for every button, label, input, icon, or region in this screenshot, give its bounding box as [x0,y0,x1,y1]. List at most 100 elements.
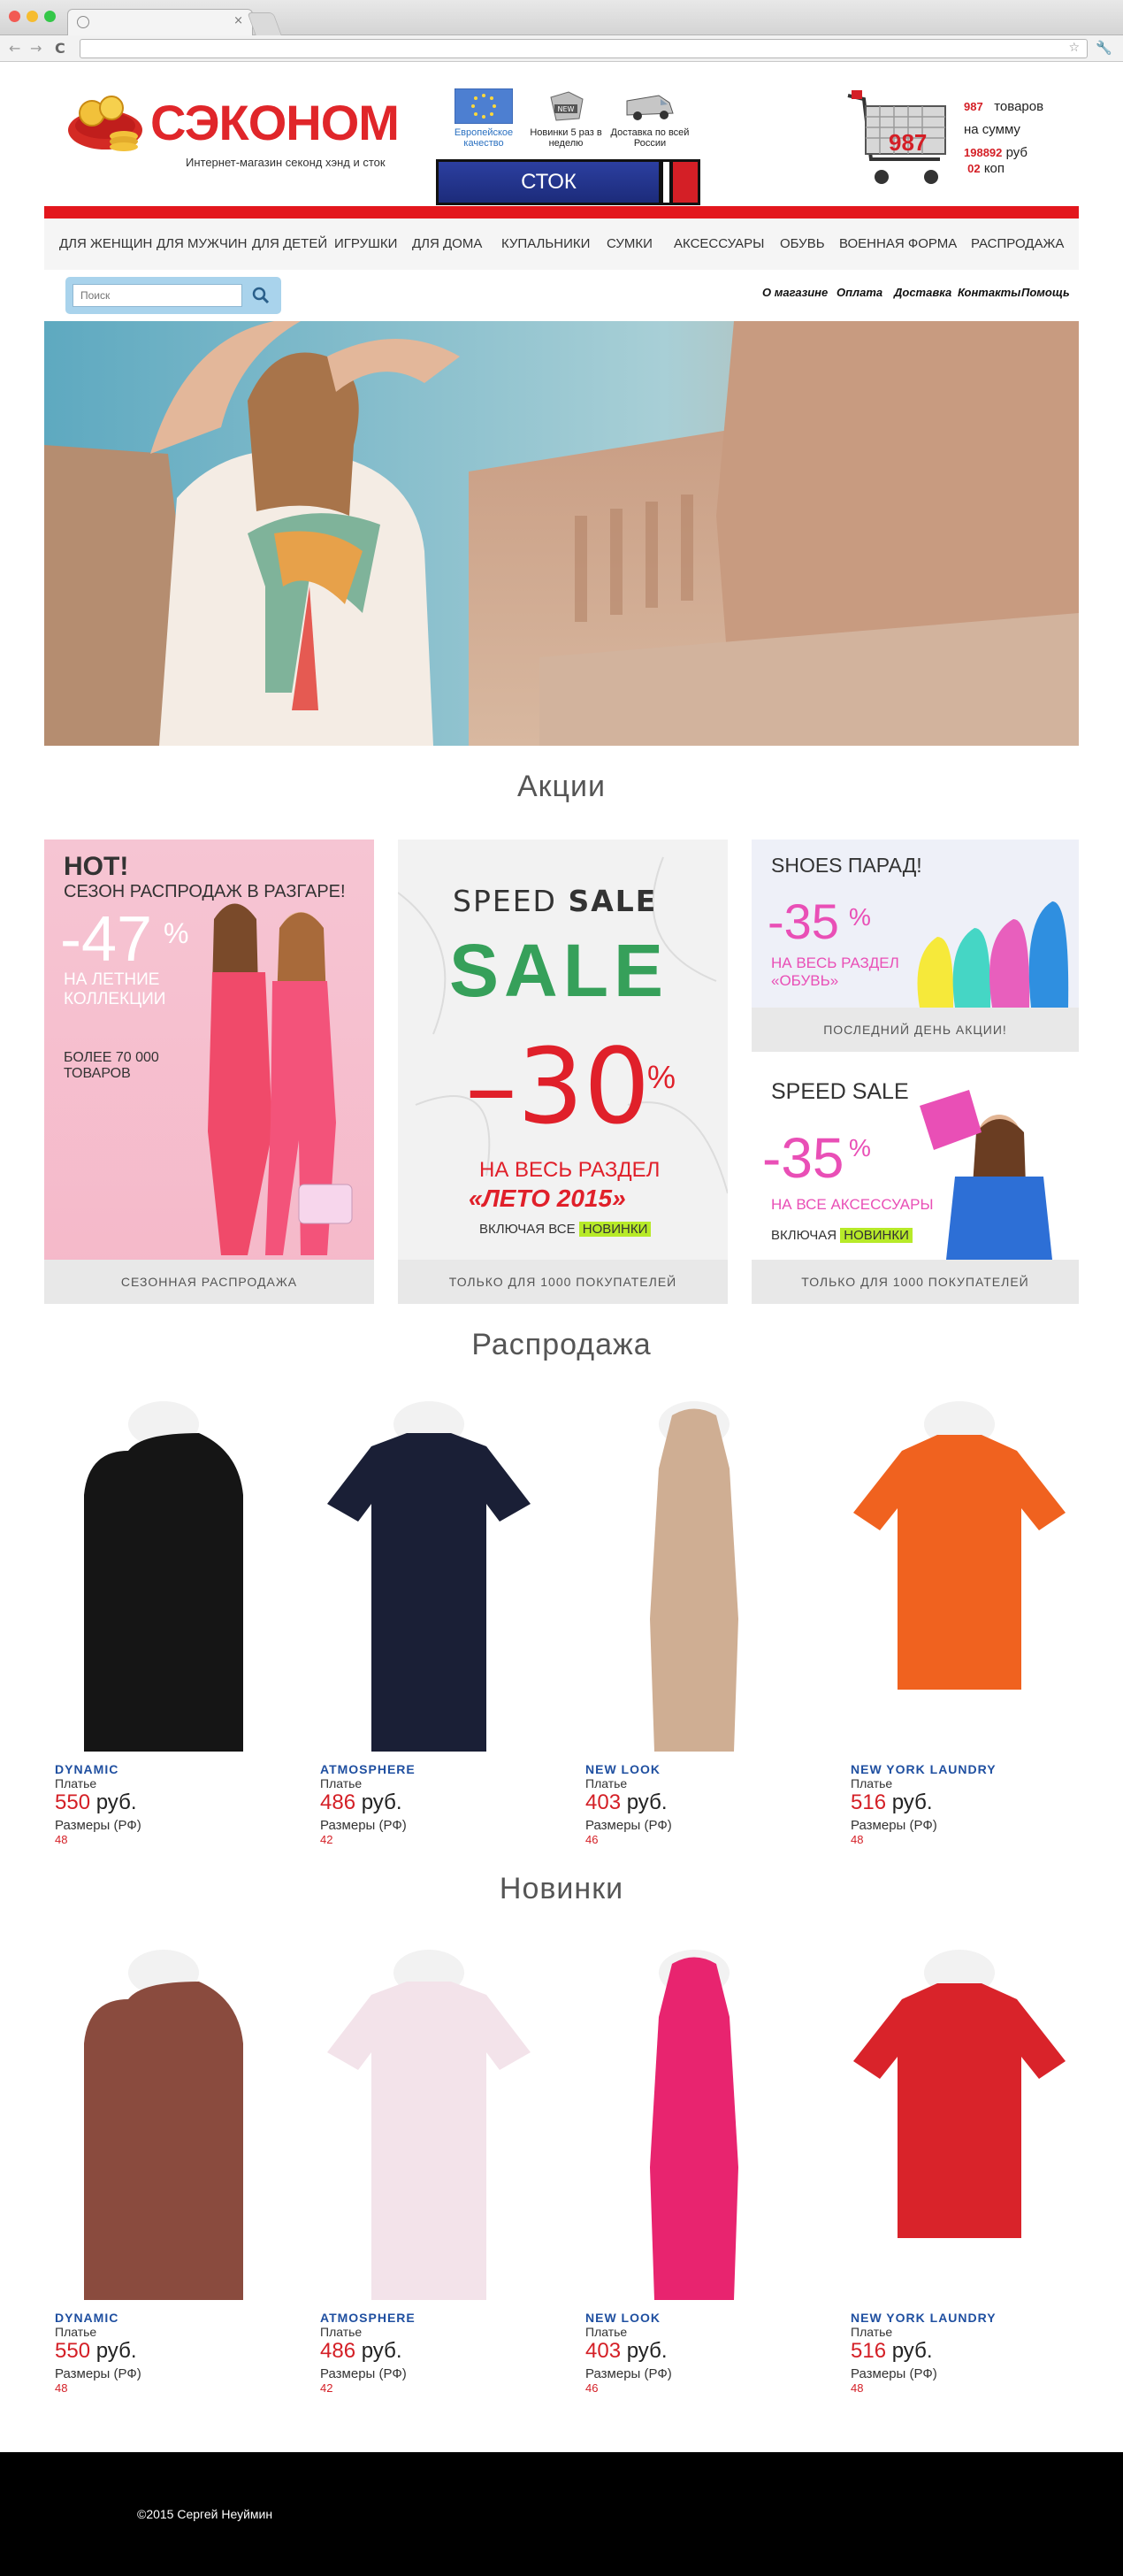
nav-item-women[interactable]: ДЛЯ ЖЕНЩИН [59,236,152,251]
promos-title: Акции [516,770,606,803]
product-sizes-label: Размеры (РФ) [320,2366,407,2381]
logo-icon[interactable] [65,90,145,152]
bookmark-star-icon[interactable]: ☆ [1068,41,1080,55]
product-price: 516 руб. [851,2339,933,2363]
product-sizes-label: Размеры (РФ) [585,2366,672,2381]
promo-caption: ТОЛЬКО ДЛЯ 1000 ПОКУПАТЕЛЕЙ [752,1260,1079,1304]
maximize-window-icon[interactable] [44,11,56,22]
product-brand[interactable]: DYNAMIC [55,1762,118,1776]
nav-item-shoes[interactable]: ОБУВЬ [780,236,825,251]
product-image[interactable] [575,1946,814,2300]
product-brand[interactable]: ATMOSPHERE [320,1762,416,1776]
promo-caption: СЕЗОННАЯ РАСПРОДАЖА [44,1260,374,1304]
promo-text: НА ЛЕТНИЕ КОЛЛЕКЦИИ [64,970,166,1008]
product-price: 550 руб. [55,2339,137,2363]
product-price: 403 руб. [585,1790,668,1814]
promo-caption: ПОСЛЕДНИЙ ДЕНЬ АКЦИИ! [752,1008,1079,1052]
product-brand[interactable]: NEW YORK LAUNDRY [851,2311,997,2325]
nav-item-military[interactable]: ВОЕННАЯ ФОРМА [839,236,957,251]
product-size: 48 [55,2381,68,2395]
product-brand[interactable]: ATMOSPHERE [320,2311,416,2325]
promo-card-accessories[interactable]: SPEED SALE -35 % НА ВСЕ АКСЕССУАРЫ ВКЛЮЧ… [752,1062,1079,1304]
promo-count: БОЛЕЕ 70 000 ТОВАРОВ [64,1050,159,1081]
shoes-image [917,901,1069,1008]
product-garment-shape [650,1408,738,1752]
nav-item-swimwear[interactable]: КУПАЛЬНИКИ [501,236,590,251]
link-help[interactable]: Помощь [1021,286,1070,299]
nav-item-kids[interactable]: ДЛЯ ДЕТЕЙ [252,236,327,251]
back-icon[interactable]: ← [9,40,20,57]
minimize-window-icon[interactable] [27,11,38,22]
promo-percent: % [849,1134,871,1162]
link-about[interactable]: О магазине [762,286,828,299]
page-favicon-icon [77,16,89,28]
product-image[interactable] [309,1946,548,2300]
feature-label: Европейское качество [454,127,514,149]
site-header: СЭКОНОМ Интернет-магазин секонд хэнд и с… [44,62,1079,212]
promo-discount: -35 [762,1126,844,1190]
settings-wrench-icon[interactable]: 🔧 [1096,40,1112,56]
forward-icon[interactable]: → [30,40,42,57]
delivery-van-icon [626,95,674,120]
browser-tab-bar: × [0,0,1123,35]
tab-close-icon[interactable]: × [233,14,243,27]
product-image[interactable] [44,1398,283,1752]
promo-discount: -47 [60,904,153,975]
product-garment-shape [84,1982,243,2300]
product-price: 550 руб. [55,1790,137,1814]
feature-new-items[interactable]: NEW Новинки 5 раз в неделю [526,88,606,149]
nav-item-home[interactable]: ДЛЯ ДОМА [412,236,482,251]
product-sizes-label: Размеры (РФ) [55,1818,141,1833]
browser-tab[interactable]: × [67,9,253,35]
nav-item-men[interactable]: ДЛЯ МУЖЧИН [157,236,248,251]
product-image[interactable] [840,1398,1079,1752]
nav-item-accessories[interactable]: АКСЕССУАРЫ [674,236,764,251]
new-title: Новинки [499,1872,624,1905]
link-contacts[interactable]: Контакты [958,286,1020,299]
product-brand[interactable]: NEW LOOK [585,1762,661,1776]
promo-discount: –30 [465,1025,651,1147]
nav-item-bags[interactable]: СУМКИ [607,236,653,251]
product-brand[interactable]: NEW LOOK [585,2311,661,2325]
search-input[interactable] [73,284,242,307]
product-brand[interactable]: NEW YORK LAUNDRY [851,1762,997,1776]
promo-card-shoes[interactable]: SHOES ПАРАД! -35 % НА ВЕСЬ РАЗДЕЛ «ОБУВЬ… [752,840,1079,1052]
link-payment[interactable]: Оплата [837,286,882,299]
promo-percent: % [164,917,189,949]
product-image[interactable] [840,1946,1079,2300]
logo-text[interactable]: СЭКОНОМ [150,94,400,151]
feature-delivery[interactable]: Доставка по всей России [610,88,690,149]
cart-kop-label: коп [983,161,1005,176]
link-delivery[interactable]: Доставка [894,286,951,299]
product-price: 486 руб. [320,2339,402,2363]
stock-button[interactable]: СТОК [436,159,661,205]
product-size: 48 [55,1833,68,1846]
new-badge-icon: NEW [550,91,584,121]
promo-caption: ТОЛЬКО ДЛЯ 1000 ПОКУПАТЕЛЕЙ [398,1260,728,1304]
promo-card-speed-sale[interactable]: SPEED SALE SALE –30 % НА ВЕСЬ РАЗДЕЛ «ЛЕ… [398,840,728,1304]
footer-copyright: ©2015 Сергей Неуймин [137,2507,273,2521]
product-price: 486 руб. [320,1790,402,1814]
address-bar[interactable]: ☆ [80,39,1088,58]
cart-summary: 987 товаров на сумму 198892 руб 02 коп [964,96,1043,180]
nav-item-sale[interactable]: РАСПРОДАЖА [971,236,1064,251]
promo-percent: % [849,903,871,931]
promo-card-seasonal[interactable]: HOT! СЕЗОН РАСПРОДАЖ В РАЗГАРЕ! -47 % НА… [44,840,374,1304]
nav-item-toys[interactable]: ИГРУШКИ [334,236,397,251]
product-type: Платье [320,2325,363,2339]
product-sizes-label: Размеры (РФ) [320,1818,407,1833]
product-brand[interactable]: DYNAMIC [55,2311,118,2325]
product-image[interactable] [44,1946,283,2300]
search-icon[interactable] [248,284,274,307]
reload-icon[interactable]: C [55,40,65,57]
feature-european-quality[interactable]: Европейское качество [444,88,523,149]
hero-banner[interactable] [44,321,1079,746]
close-window-icon[interactable] [9,11,20,22]
promo-line2: «ЛЕТО 2015» [469,1184,626,1212]
product-sizes-label: Размеры (РФ) [55,2366,141,2381]
product-image[interactable] [309,1398,548,1752]
logo-subtitle: Интернет-магазин секонд хэнд и сток [186,156,386,169]
promo-text: НА ВЕСЬ РАЗДЕЛ «ОБУВЬ» [771,954,899,989]
product-image[interactable] [575,1398,814,1752]
cart-sum-label: на сумму [964,122,1020,137]
